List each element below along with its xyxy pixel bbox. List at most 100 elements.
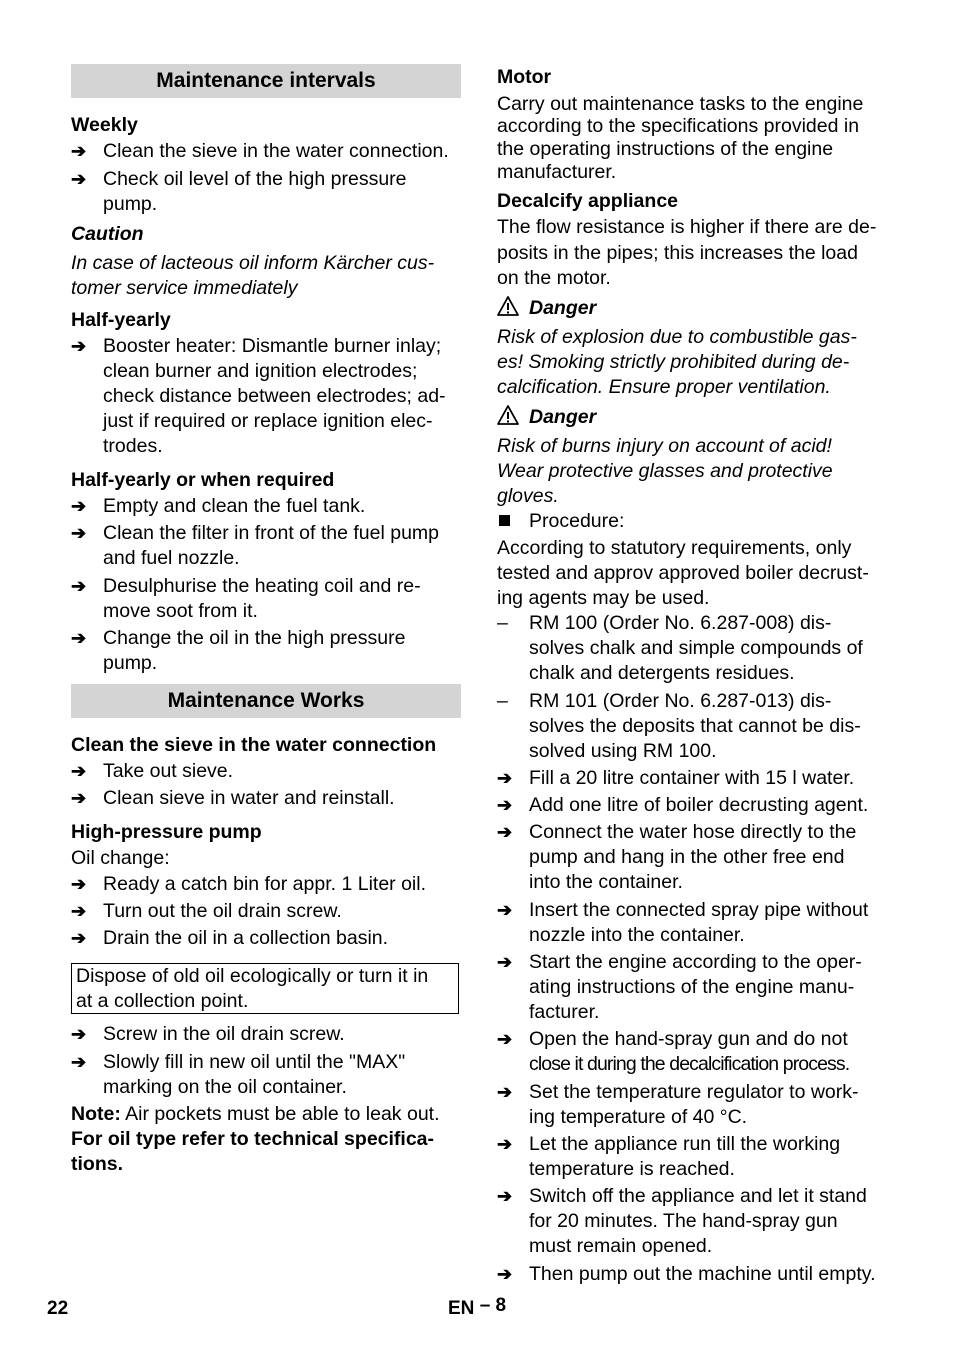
arrow-icon: ➔ xyxy=(71,496,87,516)
danger-text: Risk of burns injury on account of acid! xyxy=(497,435,832,457)
dash-icon: – xyxy=(497,690,508,712)
heading-half-yearly-or-required: Half-yearly or when required xyxy=(71,469,335,491)
caution-text: In case of lacteous oil inform Kärcher c… xyxy=(71,252,435,274)
list-item-text: chalk and detergents residues. xyxy=(529,662,795,684)
caution-text: tomer service immediately xyxy=(71,277,298,299)
oil-type-note: For oil type refer to technical specific… xyxy=(71,1128,435,1150)
heading-half-yearly: Half-yearly xyxy=(71,309,171,331)
arrow-icon: ➔ xyxy=(497,1082,513,1102)
list-item-text: trodes. xyxy=(103,435,163,457)
list-item-text: Ready a catch bin for appr. 1 Liter oil. xyxy=(103,873,427,895)
arrow-icon: ➔ xyxy=(497,768,513,788)
note-label: Note: xyxy=(71,1103,121,1125)
caution-heading: Caution xyxy=(71,223,144,245)
arrow-icon: ➔ xyxy=(71,523,87,543)
arrow-icon: ➔ xyxy=(497,1186,513,1206)
motor-text: Carry out maintenance tasks to the engin… xyxy=(497,93,864,115)
list-item-text: nozzle into the container. xyxy=(529,924,745,946)
heading-clean-sieve: Clean the sieve in the water connection xyxy=(71,734,437,756)
danger-text: es! Smoking strictly prohibited during d… xyxy=(497,351,850,373)
list-item-text: RM 101 (Order No. 6.287-013) dis- xyxy=(529,690,832,712)
list-item-text: Slowly fill in new oil until the "MAX" xyxy=(103,1051,406,1073)
motor-text: according to the specifications provided… xyxy=(497,115,860,137)
notice-text: Dispose of old oil ecologically or turn … xyxy=(76,965,429,987)
list-item-text: just if required or replace ignition ele… xyxy=(103,410,433,432)
list-item-text: Let the appliance run till the working xyxy=(529,1133,841,1155)
arrow-icon: ➔ xyxy=(71,788,87,808)
list-item-text: Drain the oil in a collection basin. xyxy=(103,927,389,949)
list-item-text: Set the temperature regulator to work- xyxy=(529,1081,859,1103)
arrow-icon: ➔ xyxy=(71,141,87,161)
procedure-text: tested and approv approved boiler decrus… xyxy=(497,562,869,584)
list-item-text: Clean sieve in water and reinstall. xyxy=(103,787,395,809)
list-item-text: Screw in the oil drain screw. xyxy=(103,1023,345,1045)
warning-triangle-icon xyxy=(497,405,519,425)
motor-text: manufacturer. xyxy=(497,161,617,183)
arrow-icon: ➔ xyxy=(497,1264,513,1284)
page-number: 22 xyxy=(47,1298,69,1319)
list-item-text: Connect the water hose directly to the xyxy=(529,821,857,843)
heading-motor: Motor xyxy=(497,66,552,88)
list-item-text: marking on the oil container. xyxy=(103,1076,347,1098)
list-item-text: pump. xyxy=(103,652,158,674)
arrow-icon: ➔ xyxy=(71,761,87,781)
list-item-text: Add one litre of boiler decrusting agent… xyxy=(529,794,869,816)
arrow-icon: ➔ xyxy=(497,822,513,842)
danger-text: gloves. xyxy=(497,485,559,507)
heading-weekly: Weekly xyxy=(71,114,138,136)
list-item-text: Clean the sieve in the water connection. xyxy=(103,140,449,162)
motor-text: the operating instructions of the engine xyxy=(497,138,834,160)
procedure-text: ing agents may be used. xyxy=(497,587,710,609)
list-item-text: into the container. xyxy=(529,871,683,893)
list-item-text: ing temperature of 40 °C. xyxy=(529,1106,748,1128)
footer-language: EN xyxy=(448,1298,475,1319)
list-item-text: Empty and clean the fuel tank. xyxy=(103,495,366,517)
list-item-text: Desulphurise the heating coil and re- xyxy=(103,575,421,597)
list-item-text: clean burner and ignition electrodes; xyxy=(103,360,418,382)
danger-text: Risk of explosion due to combustible gas… xyxy=(497,326,857,348)
list-item-text: Then pump out the machine until empty. xyxy=(529,1263,876,1285)
arrow-icon: ➔ xyxy=(71,336,87,356)
warning-triangle-icon xyxy=(497,296,519,316)
arrow-icon: ➔ xyxy=(497,952,513,972)
footer-section: EN – 8 xyxy=(448,1295,506,1320)
environment-notice-box: Dispose of old oil ecologically or turn … xyxy=(71,963,459,1014)
heading-high-pressure-pump: High-pressure pump xyxy=(71,821,262,843)
list-item-text: check distance between electrodes; ad- xyxy=(103,385,446,407)
arrow-icon: ➔ xyxy=(71,928,87,948)
danger-label: Danger xyxy=(529,297,597,319)
section-title-maintenance-intervals: Maintenance intervals xyxy=(71,64,461,98)
decalcify-text: posits in the pipes; this increases the … xyxy=(497,242,858,264)
arrow-icon: ➔ xyxy=(71,901,87,921)
oil-change-label: Oil change: xyxy=(71,847,170,869)
arrow-icon: ➔ xyxy=(497,900,513,920)
arrow-icon: ➔ xyxy=(497,1029,513,1049)
list-item-text: Fill a 20 litre container with 15 l wate… xyxy=(529,767,855,789)
list-item-text: temperature is reached. xyxy=(529,1158,735,1180)
decalcify-text: on the motor. xyxy=(497,267,611,289)
list-item-text: Booster heater: Dismantle burner inlay; xyxy=(103,335,442,357)
list-item-text: pump and hang in the other free end xyxy=(529,846,845,868)
arrow-icon: ➔ xyxy=(71,576,87,596)
note-text: Air pockets must be able to leak out. xyxy=(120,1103,440,1125)
arrow-icon: ➔ xyxy=(71,169,87,189)
list-item-text: Take out sieve. xyxy=(103,760,234,782)
list-item-text: Clean the filter in front of the fuel pu… xyxy=(103,522,440,544)
list-item-text: solves chalk and simple compounds of xyxy=(529,637,863,659)
procedure-text: According to statutory requirements, onl… xyxy=(497,537,852,559)
list-item-text: Check oil level of the high pressure xyxy=(103,168,407,190)
section-title-maintenance-works: Maintenance Works xyxy=(71,684,461,718)
danger-text: Wear protective glasses and protective xyxy=(497,460,833,482)
oil-type-note: tions. xyxy=(71,1153,123,1175)
list-item-text: Turn out the oil drain screw. xyxy=(103,900,342,922)
list-item-text: for 20 minutes. The hand-spray gun xyxy=(529,1210,838,1232)
list-item-text: must remain opened. xyxy=(529,1235,713,1257)
dash-icon: – xyxy=(497,612,508,634)
list-item-text: RM 100 (Order No. 6.287-008) dis- xyxy=(529,612,832,634)
note-line: Note: Air pockets must be able to leak o… xyxy=(71,1103,440,1125)
procedure-label: Procedure: xyxy=(529,510,625,532)
list-item-text: solves the deposits that cannot be dis- xyxy=(529,715,861,737)
list-item-text: and fuel nozzle. xyxy=(103,547,240,569)
arrow-icon: ➔ xyxy=(497,1134,513,1154)
notice-text: at a collection point. xyxy=(76,990,249,1012)
